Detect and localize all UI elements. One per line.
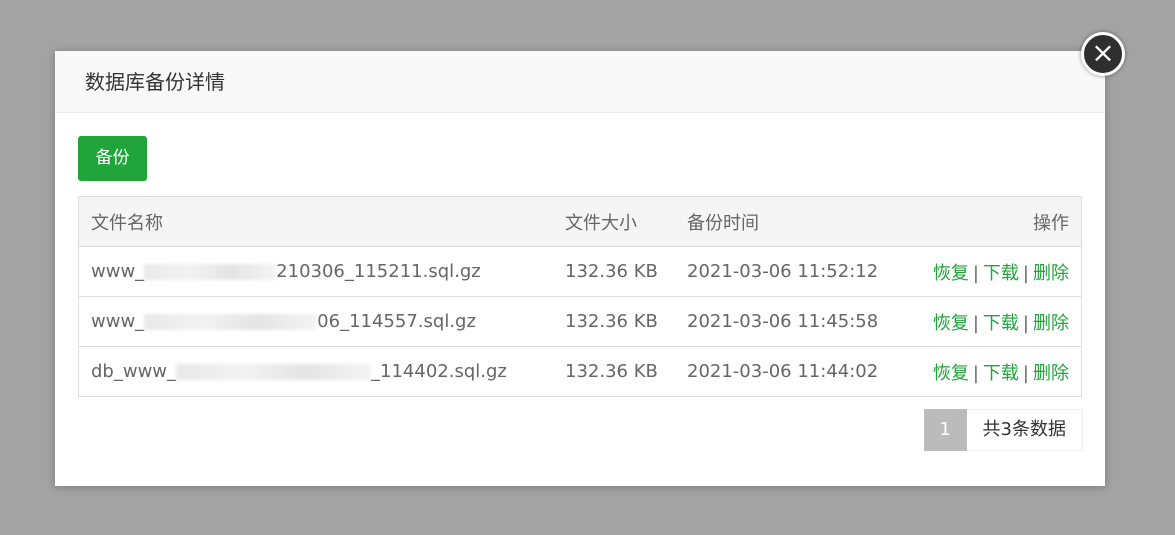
- file-size-cell: 132.36 KB: [553, 246, 675, 297]
- file-name-suffix: 06_114557.sql.gz: [317, 311, 476, 332]
- file-name-suffix: _114402.sql.gz: [371, 361, 507, 382]
- backup-table: 文件名称 文件大小 备份时间 操作 www_ 210306_115211.sql.…: [78, 196, 1082, 397]
- separator: |: [972, 312, 979, 334]
- file-name-suffix: 210306_115211.sql.gz: [276, 261, 481, 282]
- operations-cell: 恢复 | 下载 | 删除: [919, 346, 1082, 397]
- backup-time-cell: 2021-03-06 11:45:58: [675, 296, 919, 347]
- restore-link[interactable]: 恢复: [933, 363, 969, 384]
- file-name-prefix: www_: [91, 311, 145, 332]
- file-name-prefix: db_www_: [91, 361, 177, 382]
- page-number-current[interactable]: 1: [923, 409, 967, 451]
- redacted-text: [176, 364, 372, 380]
- backup-details-dialog: 数据库备份详情 备份 文件名称 文件大小 备份时间 操作 www_ 210306_…: [55, 51, 1105, 486]
- restore-link[interactable]: 恢复: [933, 263, 969, 284]
- table-row: www_ 210306_115211.sql.gz 132.36 KB 2021-…: [78, 246, 1082, 297]
- redacted-text: [144, 314, 318, 330]
- pagination-total: 共3条数据: [966, 409, 1083, 451]
- file-size-cell: 132.36 KB: [553, 296, 675, 347]
- backup-time-cell: 2021-03-06 11:44:02: [675, 346, 919, 397]
- redacted-text: [144, 264, 277, 280]
- dialog-header: 数据库备份详情: [55, 51, 1105, 113]
- backup-time-cell: 2021-03-06 11:52:12: [675, 246, 919, 297]
- file-size-cell: 132.36 KB: [553, 346, 675, 397]
- operations-cell: 恢复 | 下载 | 删除: [919, 246, 1082, 297]
- separator: |: [972, 262, 979, 284]
- download-link[interactable]: 下载: [983, 313, 1019, 334]
- file-name-prefix: www_: [91, 261, 145, 282]
- close-icon[interactable]: ×: [1081, 32, 1125, 76]
- delete-link[interactable]: 删除: [1033, 263, 1069, 284]
- header-operations: 操作: [919, 196, 1082, 247]
- restore-link[interactable]: 恢复: [933, 313, 969, 334]
- operations-cell: 恢复 | 下载 | 删除: [919, 296, 1082, 347]
- table-row: www_ 06_114557.sql.gz 132.36 KB 2021-03-0…: [78, 296, 1082, 347]
- download-link[interactable]: 下载: [983, 363, 1019, 384]
- delete-link[interactable]: 删除: [1033, 313, 1069, 334]
- table-header-row: 文件名称 文件大小 备份时间 操作: [78, 196, 1082, 247]
- separator: |: [1022, 362, 1029, 384]
- separator: |: [1022, 262, 1029, 284]
- delete-link[interactable]: 删除: [1033, 363, 1069, 384]
- download-link[interactable]: 下载: [983, 263, 1019, 284]
- pagination: 1 共3条数据: [923, 409, 1083, 451]
- separator: |: [972, 362, 979, 384]
- backup-button[interactable]: 备份: [78, 136, 147, 181]
- file-name-cell: www_ 210306_115211.sql.gz: [78, 246, 553, 297]
- file-name-cell: db_www_ _114402.sql.gz: [78, 346, 553, 397]
- header-file-name: 文件名称: [78, 196, 553, 247]
- separator: |: [1022, 312, 1029, 334]
- dialog-title: 数据库备份详情: [85, 70, 225, 94]
- dialog-body: 备份 文件名称 文件大小 备份时间 操作 www_ 210306_115211.s…: [55, 113, 1105, 397]
- header-backup-time: 备份时间: [675, 196, 919, 247]
- header-file-size: 文件大小: [553, 196, 675, 247]
- file-name-cell: www_ 06_114557.sql.gz: [78, 296, 553, 347]
- table-row: db_www_ _114402.sql.gz 132.36 KB 2021-03-…: [78, 346, 1082, 397]
